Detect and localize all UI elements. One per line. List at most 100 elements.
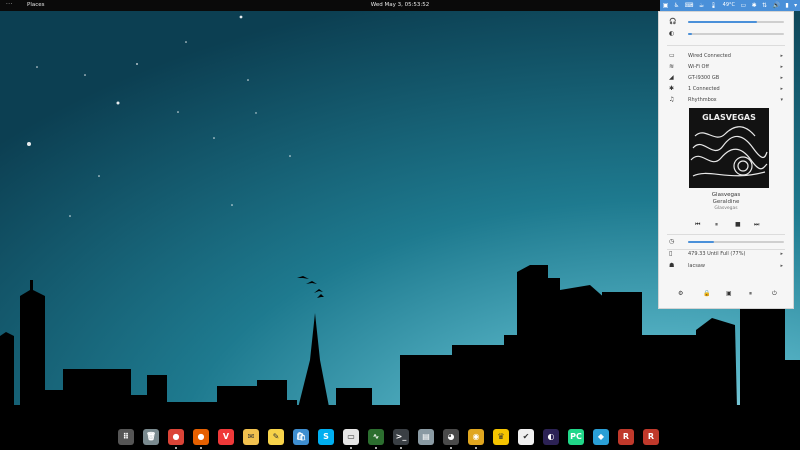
- accessibility-icon[interactable]: ♿: [674, 0, 679, 11]
- user-row[interactable]: ☗ lacsaw ▸: [659, 261, 793, 271]
- player-header[interactable]: ♫ Rhythmbox ▾: [659, 95, 793, 105]
- chevron-right-icon: ▸: [780, 263, 783, 269]
- top-bar: ··· Places Wed May 3, 05:53:52 ▣ ♿ ⌨ ☕ 🌡…: [0, 0, 800, 11]
- running-indicator: [400, 447, 402, 449]
- running-indicator: [475, 447, 477, 449]
- suspend-icon[interactable]: ⏸: [749, 290, 752, 298]
- volume-slider[interactable]: [688, 21, 784, 23]
- timer-row: ◷: [659, 237, 793, 247]
- r-app-2-icon[interactable]: R: [643, 429, 659, 445]
- chevron-right-icon: ▸: [780, 64, 783, 70]
- battery-label: 479.33 Until Full (77%): [688, 251, 746, 257]
- mobile-label: GT-I9300 GB: [688, 75, 720, 81]
- screen-icon[interactable]: ▣: [663, 0, 669, 11]
- document-icon[interactable]: ✔: [518, 429, 534, 445]
- headphones-icon: 🎧: [669, 18, 677, 25]
- r-app-icon[interactable]: R: [618, 429, 634, 445]
- bluetooth-icon[interactable]: ✱: [752, 0, 757, 11]
- network-icon[interactable]: ⇅: [762, 0, 767, 11]
- chrome-icon[interactable]: ●: [168, 429, 184, 445]
- wifi-icon: ≋: [669, 63, 675, 70]
- files-icon[interactable]: ▤: [418, 429, 434, 445]
- brightness-row: ◐: [659, 29, 793, 39]
- volume-icon[interactable]: 🔊: [773, 0, 780, 11]
- wifi-label: Wi-Fi Off: [688, 64, 709, 70]
- settings-icon[interactable]: ⚙: [678, 290, 683, 297]
- divider: [667, 45, 785, 46]
- user-icon: ☗: [669, 262, 675, 269]
- running-indicator: [175, 447, 177, 449]
- album-art: GLASVEGAS: [689, 108, 769, 188]
- player-name: Rhythmbox: [688, 97, 717, 103]
- brightness-slider[interactable]: [688, 33, 784, 35]
- monitor-icon[interactable]: ▭: [343, 429, 359, 445]
- thermometer-icon[interactable]: 🌡: [710, 0, 718, 11]
- store-icon[interactable]: 🛍: [293, 429, 309, 445]
- notes-icon[interactable]: ✎: [268, 429, 284, 445]
- chevron-right-icon: ▸: [780, 86, 783, 92]
- extension-icon[interactable]: ☕: [699, 0, 704, 11]
- chevron-down-icon: ▾: [780, 97, 783, 103]
- battery-icon: ▯: [669, 250, 673, 257]
- album-art-drawing: GLASVEGAS: [689, 108, 769, 188]
- album-art-title: GLASVEGAS: [702, 113, 756, 122]
- eclipse-icon[interactable]: ◐: [543, 429, 559, 445]
- playback-slider[interactable]: [688, 241, 784, 243]
- keyboard-icon[interactable]: ⌨: [685, 0, 694, 11]
- skype-icon[interactable]: S: [318, 429, 334, 445]
- cat-icon[interactable]: ◕: [443, 429, 459, 445]
- pycharm-icon[interactable]: PC: [568, 429, 584, 445]
- track-title: Glasvegas: [711, 192, 741, 198]
- system-menu: 🎧 ◐ ▭ Wired Connected ▸ ≋ Wi-Fi Off ▸ ◢ …: [658, 11, 794, 309]
- power-icon[interactable]: ⏻: [772, 290, 777, 298]
- vivaldi-icon[interactable]: V: [218, 429, 234, 445]
- brightness-slider-fill: [688, 33, 692, 35]
- previous-track-icon[interactable]: ⏮: [695, 221, 700, 229]
- battery-icon[interactable]: ▮: [785, 0, 788, 11]
- rhythmbox-icon: ♫: [669, 96, 675, 103]
- user-name: lacsaw: [688, 263, 705, 269]
- pause-icon[interactable]: ⏸: [715, 221, 718, 229]
- chevron-right-icon: ▸: [780, 75, 783, 81]
- trash-icon[interactable]: 🗑: [143, 429, 159, 445]
- running-indicator: [200, 447, 202, 449]
- temperature-readout[interactable]: 49°C: [723, 0, 735, 11]
- rhythmbox-icon[interactable]: ◉: [468, 429, 484, 445]
- running-indicator: [375, 447, 377, 449]
- battery-row[interactable]: ▯ 479.33 Until Full (77%) ▸: [659, 249, 793, 259]
- system-monitor-icon[interactable]: ∿: [368, 429, 384, 445]
- volume-slider-fill: [688, 21, 758, 23]
- track-album: Glasvegas: [714, 206, 738, 211]
- lock-icon[interactable]: 🔒: [703, 290, 710, 297]
- mobile-row[interactable]: ◢ GT-I9300 GB ▸: [659, 73, 793, 83]
- mail-icon[interactable]: ✉: [243, 429, 259, 445]
- clock-icon: ◷: [669, 238, 675, 245]
- system-tray[interactable]: ▣ ♿ ⌨ ☕ 🌡 49°C ▭ ✱ ⇅ 🔊 ▮ ▾: [660, 0, 800, 11]
- brightness-icon: ◐: [669, 30, 675, 37]
- next-track-icon[interactable]: ⏭: [754, 221, 759, 229]
- app-grid-icon[interactable]: ⠿: [118, 429, 134, 445]
- display-mode-icon[interactable]: ▣: [726, 290, 732, 297]
- bluetooth-row[interactable]: ✱ 1 Connected ▸: [659, 84, 793, 94]
- running-indicator: [350, 447, 352, 449]
- wifi-row[interactable]: ≋ Wi-Fi Off ▸: [659, 62, 793, 72]
- track-artist: Geraldine: [712, 199, 740, 205]
- firefox-icon[interactable]: ●: [193, 429, 209, 445]
- running-indicator: [450, 447, 452, 449]
- chart-app-icon[interactable]: ◆: [593, 429, 609, 445]
- signal-icon: ◢: [669, 74, 674, 81]
- display-icon[interactable]: ▭: [740, 0, 746, 11]
- dock: ⠿ 🗑 ● ● V ✉ ✎ 🛍 S ▭ ∿ >_ ▤ ◕ ◉ ♛ ✔ ◐ PC ◆ R R: [112, 427, 688, 450]
- chevron-right-icon: ▸: [780, 53, 783, 59]
- bluetooth-icon: ✱: [669, 85, 675, 92]
- menu-arrow-icon[interactable]: ▾: [794, 0, 797, 11]
- divider: [667, 234, 785, 235]
- network-wired-icon: ▭: [669, 52, 675, 59]
- terminal-icon[interactable]: >_: [393, 429, 409, 445]
- network-wired-label: Wired Connected: [688, 53, 731, 59]
- network-wired-row[interactable]: ▭ Wired Connected ▸: [659, 51, 793, 61]
- tux-icon[interactable]: ♛: [493, 429, 509, 445]
- stop-icon[interactable]: ■: [735, 221, 741, 228]
- volume-row: 🎧: [659, 17, 793, 27]
- bluetooth-label: 1 Connected: [688, 86, 720, 92]
